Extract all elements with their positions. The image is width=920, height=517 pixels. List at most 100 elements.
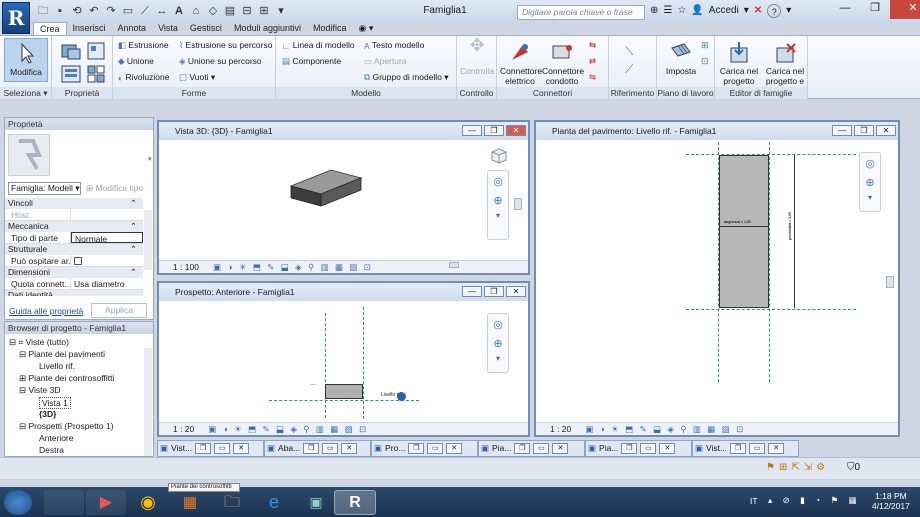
host-rebar-checkbox[interactable] <box>74 257 82 265</box>
testo-modello-button[interactable]: A Testo modello <box>364 40 424 51</box>
apply-button[interactable]: Applica <box>91 303 147 318</box>
group-strutturale[interactable]: Strutturale ⌃ <box>5 244 143 255</box>
viewer-icon[interactable]: ⊡ <box>701 56 709 67</box>
width-dimension-label[interactable]: larghezza = 1,00 <box>724 220 751 224</box>
reference-plane-v2[interactable] <box>363 307 364 419</box>
properties-scrollbar[interactable] <box>144 210 152 270</box>
selection-options-icons[interactable]: ⚑⊞⇱⇲⚙ <box>766 462 829 473</box>
properties-help-link[interactable]: Guida alle proprietà <box>9 306 83 316</box>
media-app-icon[interactable] <box>44 490 84 515</box>
tree-views-all[interactable]: ⊟ ⌗ Viste (tutto) <box>9 337 69 348</box>
rivoluzione-button[interactable]: ◐ Rivoluzione <box>118 72 169 83</box>
view-tab-prospetto[interactable]: ▣ Pro... ❐ ▭ ✕ <box>371 440 478 457</box>
pipe-connector-icon[interactable]: ⇆ <box>589 40 596 51</box>
modify-button[interactable]: Modifica <box>4 38 48 82</box>
application-menu-button[interactable]: R <box>2 2 30 34</box>
connettore-condotto-button[interactable]: Connettore condotto <box>542 38 584 86</box>
exchange-icon[interactable]: ✕ <box>754 4 762 18</box>
elevation-extrusion[interactable] <box>325 384 363 399</box>
print-icon[interactable]: ▭ <box>121 4 135 18</box>
view-minimize-button[interactable]: — <box>462 286 482 297</box>
view-controls-icons[interactable]: ▣ ◑ ☀ ⬒ ✎ ⬓ ◈ ⚲ ▥ ▦ ▧ ⊡ <box>208 424 368 434</box>
search-input[interactable]: Digitare parola chiave o frase <box>517 5 645 20</box>
type-selector[interactable]: Famiglia: Modell ▾ <box>8 182 81 195</box>
tray-icons[interactable]: ▴ ⊘ ▮ ◔ ⚑ ▦ <box>768 495 861 506</box>
conduit-connector-icon[interactable]: ⇋ <box>589 72 596 83</box>
tree-elevations[interactable]: ⊟ Prospetti (Prospetto 1) <box>19 421 114 432</box>
componente-button[interactable]: ▤ Componente <box>282 56 341 67</box>
minimize-button[interactable]: — <box>830 0 860 19</box>
linea-modello-button[interactable]: ∟ Linea di modello <box>282 40 355 51</box>
save-icon[interactable]: ▪ <box>53 4 67 18</box>
reference-plane-h1[interactable] <box>686 154 856 155</box>
view-restore-button[interactable]: ❐ <box>854 125 874 136</box>
group-meccanica[interactable]: Meccanica ⌃ <box>5 221 143 232</box>
internet-explorer-icon[interactable]: e <box>254 490 294 515</box>
imposta-button[interactable]: Imposta <box>661 38 701 76</box>
office-app-icon[interactable]: ▦ <box>170 490 210 515</box>
estrusione-button[interactable]: ◧ Estrusione <box>118 40 169 51</box>
estrusione-percorso-button[interactable]: ⌇ Estrusione su percorso <box>179 40 272 51</box>
reference-line-icon[interactable]: ⟍ <box>625 44 633 59</box>
apertura-button[interactable]: ▭ Apertura <box>364 56 407 67</box>
reference-plane-h2[interactable] <box>686 309 856 310</box>
view-tab-vista[interactable]: ▣ Vist... ❐ ▭ ✕ <box>157 440 264 457</box>
switch-windows-icon[interactable]: ⊞ <box>257 4 271 18</box>
tab-crea[interactable]: Crea <box>33 22 67 35</box>
view-vscroll[interactable] <box>886 276 894 288</box>
start-button[interactable] <box>4 490 32 515</box>
view-hscroll[interactable] <box>449 262 459 268</box>
unione-percorso-button[interactable]: ◈ Unione su percorso <box>179 56 262 67</box>
view-tab-abaco[interactable]: ▣ Aba... ❐ ▭ ✕ <box>264 440 371 457</box>
viewcube-icon[interactable] <box>489 146 509 166</box>
navbar-dropdown-icon[interactable]: ▾ <box>860 193 880 202</box>
view-close-button[interactable]: ✕ <box>876 125 896 136</box>
gruppo-modello-button[interactable]: ⧉ Gruppo di modello ▾ <box>364 72 449 83</box>
cable-tray-connector-icon[interactable]: ⇄ <box>589 56 596 67</box>
depth-dimension-line[interactable] <box>794 155 795 308</box>
properties-icon[interactable] <box>60 64 82 86</box>
language-indicator[interactable]: IT <box>750 496 758 506</box>
binoculars-icon[interactable]: ⊕ <box>650 4 658 18</box>
view-controls-icons[interactable]: ▣ ◑ ☀ ⬒ ✎ ⬓ ◈ ⚲ ▥ ▦ ▧ ⊡ <box>213 262 373 272</box>
view-controls-icons[interactable]: ▣ ◑ ☀ ⬒ ✎ ⬓ ◈ ⚲ ▥ ▦ ▧ ⊡ <box>585 424 745 434</box>
3d-extrusion-model[interactable] <box>287 164 367 214</box>
unione-button[interactable]: ◆ Unione <box>118 56 154 67</box>
reference-plane-v2[interactable] <box>769 142 770 382</box>
view-restore-button[interactable]: ❐ <box>484 125 504 136</box>
view-close-button[interactable]: ✕ <box>506 125 526 136</box>
help-dropdown-icon[interactable]: ▾ <box>786 4 791 18</box>
help-button[interactable]: ? <box>767 4 782 18</box>
view-minimize-button[interactable]: — <box>462 125 482 136</box>
zoom-icon[interactable]: ⊕ <box>860 176 880 189</box>
depth-dimension-label[interactable]: profondità = 3,00 <box>788 212 792 240</box>
sync-icon[interactable]: ⟲ <box>70 4 84 18</box>
view-restore-button[interactable]: ❐ <box>484 286 504 297</box>
prop-row-tipo-parte[interactable]: Tipo di parte Normale <box>5 232 143 244</box>
close-button[interactable]: ✕ <box>890 0 920 19</box>
tab-moduli[interactable]: Moduli aggiuntivi <box>228 22 307 35</box>
tree-vista-1[interactable]: Vista 1 <box>39 397 71 409</box>
show-workplane-icon[interactable]: ⊞ <box>701 40 709 51</box>
plan-extrusion[interactable] <box>719 155 769 308</box>
text-icon[interactable]: A <box>172 4 186 18</box>
group-dimensioni[interactable]: Dimensioni ⌃ <box>5 267 143 278</box>
file-explorer-icon[interactable]: 🗀 <box>212 490 252 515</box>
login-link[interactable]: Accedi <box>709 4 739 18</box>
prop-row-ospitare[interactable]: Può ospitare ar... <box>5 255 143 267</box>
vuoti-button[interactable]: ▢ Vuoti ▾ <box>179 72 215 83</box>
user-icon[interactable]: 👤 <box>691 4 703 18</box>
ribbon-toggle-icon[interactable]: ◉ ▾ <box>353 22 380 35</box>
tree-3d-views[interactable]: ⊟ Viste 3D <box>19 385 60 396</box>
video-app-icon[interactable]: ▶ <box>86 490 126 515</box>
tree-livello-rif[interactable]: Livello rif. <box>39 361 75 371</box>
steering-wheel-icon[interactable]: ◎ <box>860 157 880 170</box>
steering-wheel-icon[interactable]: ◎ <box>488 175 508 188</box>
restore-button[interactable]: ❐ <box>860 0 890 19</box>
tab-annota[interactable]: Annota <box>112 22 153 35</box>
family-types-icon[interactable] <box>60 41 82 63</box>
tree-ceiling-plans[interactable]: ⊞ Piante dei controsoffitti <box>19 373 114 384</box>
scale-label[interactable]: 1 : 100 <box>173 262 199 272</box>
chrome-icon[interactable]: ◉ <box>128 490 168 515</box>
type-dropdown-icon[interactable]: ▾ <box>148 155 152 163</box>
